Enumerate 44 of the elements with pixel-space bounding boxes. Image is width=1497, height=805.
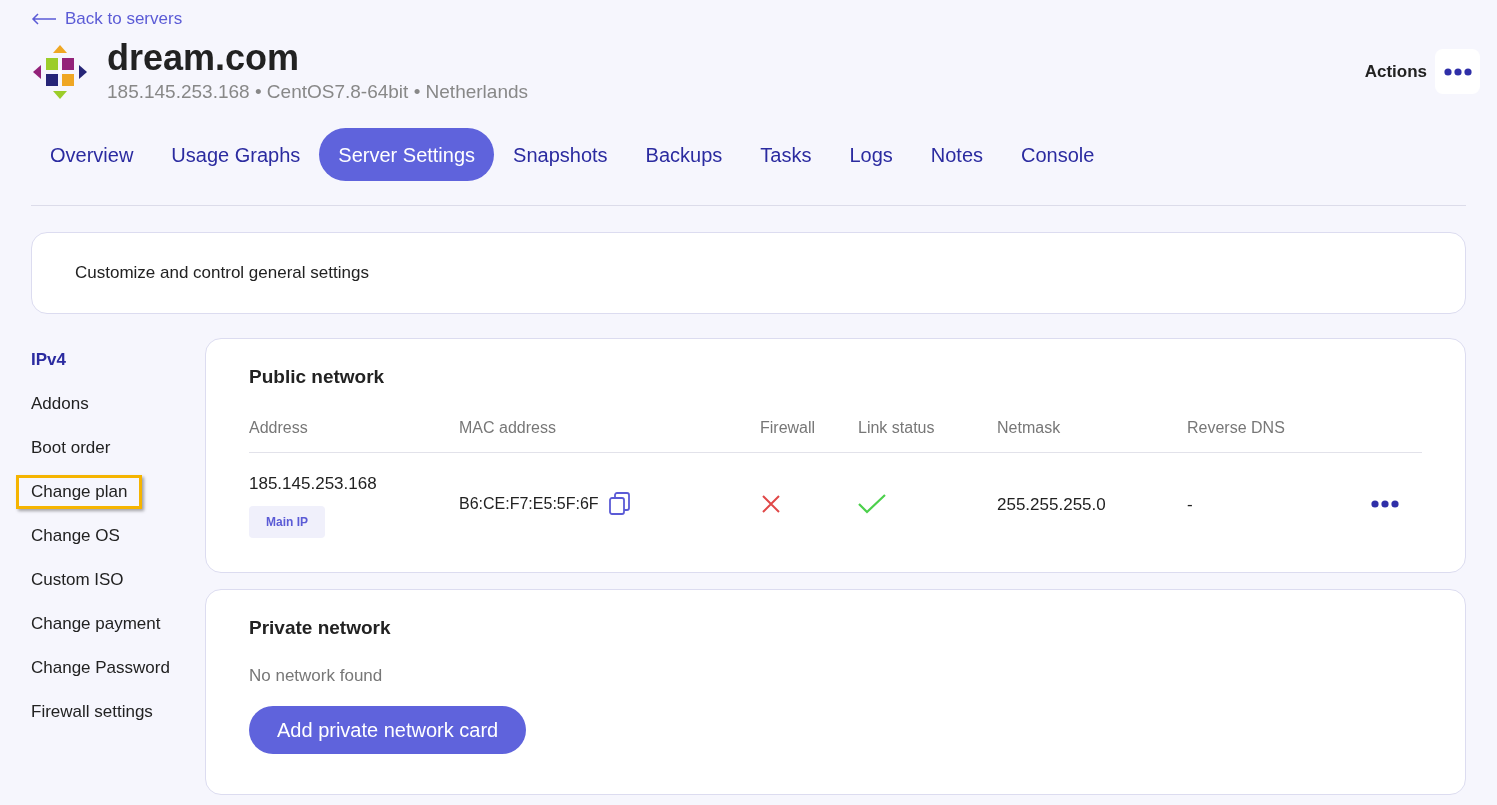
tab[interactable]: Overview [31,128,153,181]
row-menu-button[interactable] [1371,500,1399,509]
column-header: Reverse DNS [1187,417,1285,438]
main-ip-badge: Main IP [249,506,325,538]
tab[interactable]: Usage Graphs [152,128,320,181]
sidebar-item[interactable]: Boot order [31,435,111,461]
sidebar-item[interactable]: Custom ISO [31,567,124,593]
column-header: Address [249,417,308,438]
table-cell-text: 255.255.255.0 [997,493,1107,516]
column-header: Netmask [997,417,1061,438]
empty-message: No network found [249,664,384,687]
column-header: Link status [858,417,935,438]
sidebar-item[interactable]: Firewall settings [31,699,153,725]
tab[interactable]: Console [1002,128,1114,181]
add-network-button[interactable]: Add private network card [249,706,527,754]
tab[interactable]: Server Settings [319,128,495,181]
sidebar-item[interactable]: Addons [31,391,89,417]
tab[interactable]: Notes [911,128,1003,181]
sidebar-item[interactable]: Change payment [31,611,161,637]
back-link[interactable]: Back to servers [65,6,183,32]
intro-text: Customize and control general settings [75,262,369,285]
table-cell-text: - [1187,493,1193,516]
sidebar-item[interactable]: Change plan [16,475,143,509]
actions-label: Actions [1364,61,1427,83]
tab[interactable]: Logs [830,128,912,181]
more-icon [1443,67,1472,76]
sidebar-item[interactable]: Change OS [31,523,120,549]
actions-button[interactable] [1435,49,1480,95]
column-header: MAC address [459,417,556,438]
server-name: dream.com [107,37,301,78]
card-title: Public network [249,365,386,389]
sidebar-item[interactable]: Change Password [31,655,170,681]
server-details: 185.145.253.168 • CentOS7.8-64bit • Netherlands [107,79,529,104]
copy-icon[interactable] [608,492,631,517]
arrow-left-icon [31,12,57,25]
tab[interactable]: Backups [626,128,742,181]
more-icon [1371,500,1399,509]
card-title: Private network [249,616,392,640]
table-cell-text: 185.145.253.168 [249,472,377,495]
column-header: Firewall [760,417,816,438]
tab[interactable]: Tasks [741,128,831,181]
tab[interactable]: Snapshots [494,128,627,181]
sidebar-item[interactable]: IPv4 [31,347,66,373]
table-cell-text: B6:CE:F7:E5:5F:6F [459,494,599,515]
